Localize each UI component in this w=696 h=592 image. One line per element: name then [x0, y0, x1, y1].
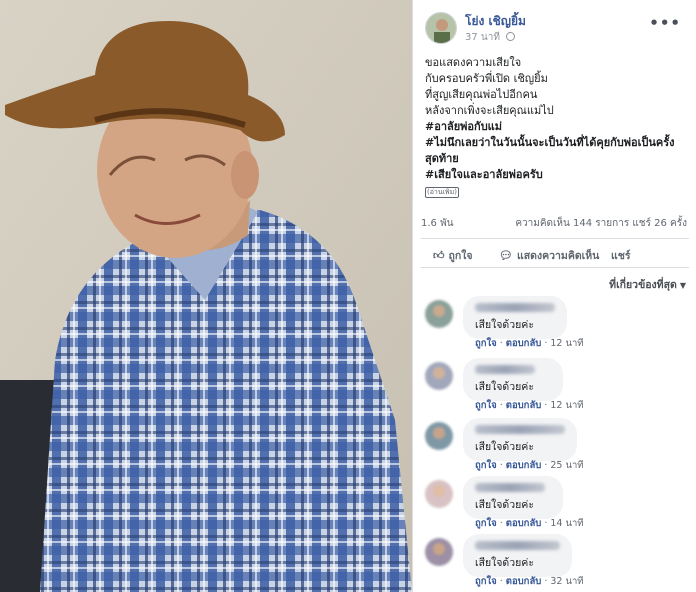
commenter-name-blurred[interactable]: [475, 541, 560, 550]
post-photo[interactable]: [0, 0, 412, 592]
comment-sort-dropdown[interactable]: ที่เกี่ยวข้องที่สุด ▼: [609, 276, 686, 293]
comment-share-count[interactable]: ความคิดเห็น 144 รายการ แชร์ 26 ครั้ง: [515, 216, 687, 231]
comment-time[interactable]: 14 นาที: [550, 518, 583, 529]
hashtag-link[interactable]: #เสียใจและอาลัยพ่อครับ: [425, 167, 687, 183]
post-line: หลังจากเพิ่งจะเสียคุณแม่ไป: [425, 104, 554, 117]
comment-button[interactable]: 💬︎ แสดงความคิดเห็น: [499, 247, 599, 264]
comment-text: เสียใจด้วยค่ะ: [475, 557, 534, 569]
like-button-label: ถูกใจ: [448, 250, 473, 262]
comment-bubble: เสียใจด้วยค่ะ: [463, 476, 563, 519]
post-line: กับครอบครัวพี่เปิด เชิญยิ้ม: [425, 72, 548, 85]
author-avatar[interactable]: [425, 12, 457, 44]
post-time-row: 37 นาที: [465, 30, 516, 45]
more-options-icon[interactable]: •••: [649, 14, 681, 32]
hashtag-link[interactable]: #ไม่นึกเลยว่าในวันนั้นจะเป็นวันที่ได้คุย…: [425, 135, 687, 167]
comment-reply-link[interactable]: ตอบกลับ: [506, 576, 542, 587]
comment-reply-link[interactable]: ตอบกลับ: [506, 400, 542, 411]
post-text: ขอแสดงความเสียใจ กับครอบครัวพี่เปิด เชิญ…: [425, 55, 687, 199]
avatar-image: [425, 300, 453, 328]
comment-like-link[interactable]: ถูกใจ: [475, 518, 497, 529]
share-button-label: แชร์: [611, 250, 631, 262]
commenter-avatar[interactable]: [425, 538, 453, 566]
elderly-man-photo: [0, 0, 412, 592]
commenter-name-blurred[interactable]: [475, 425, 565, 434]
comment-bubble: เสียใจด้วยค่ะ: [463, 296, 567, 339]
comment-button-label: แสดงความคิดเห็น: [516, 250, 600, 262]
comment-item: เสียใจด้วยค่ะ ถูกใจ · ตอบกลับ · 12 นาที: [425, 296, 687, 356]
thumbs-up-icon: 👍︎: [433, 249, 445, 262]
post-line: ขอแสดงความเสียใจ: [425, 56, 522, 69]
comment-reply-link[interactable]: ตอบกลับ: [506, 460, 542, 471]
commenter-avatar[interactable]: [425, 300, 453, 328]
comment-text: เสียใจด้วยค่ะ: [475, 499, 534, 511]
commenter-avatar[interactable]: [425, 480, 453, 508]
post-time[interactable]: 37 นาที: [465, 32, 500, 43]
post-header: โย่ง เชิญยิ้ม 37 นาที •••: [425, 10, 687, 50]
avatar-image: [425, 422, 453, 450]
comment-bubble: เสียใจด้วยค่ะ: [463, 418, 577, 461]
comment-meta: ถูกใจ · ตอบกลับ · 12 นาที: [475, 400, 584, 411]
comment-text: เสียใจด้วยค่ะ: [475, 441, 534, 453]
avatar-image: [425, 538, 453, 566]
comment-reply-link[interactable]: ตอบกลับ: [506, 338, 542, 349]
commenter-name-blurred[interactable]: [475, 365, 535, 374]
post-panel: โย่ง เชิญยิ้ม 37 นาที ••• ขอแสดงความเสีย…: [412, 0, 696, 592]
share-button[interactable]: แชร์: [611, 247, 631, 264]
like-button[interactable]: 👍︎ ถูกใจ: [433, 247, 473, 264]
chevron-down-icon: ▼: [679, 281, 686, 290]
comment-icon: 💬︎: [499, 249, 513, 262]
avatar-image: [425, 480, 453, 508]
comment-like-link[interactable]: ถูกใจ: [475, 338, 497, 349]
comment-meta: ถูกใจ · ตอบกลับ · 14 นาที: [475, 518, 584, 529]
comment-text: เสียใจด้วยค่ะ: [475, 319, 534, 331]
commenter-name-blurred[interactable]: [475, 303, 555, 312]
comment-item: เสียใจด้วยค่ะ ถูกใจ · ตอบกลับ · 12 นาที: [425, 358, 687, 418]
action-bar: 👍︎ ถูกใจ 💬︎ แสดงความคิดเห็น แชร์: [421, 238, 689, 268]
post-stats: 1.6 พัน ความคิดเห็น 144 รายการ แชร์ 26 ค…: [413, 210, 696, 234]
sort-label: ที่เกี่ยวข้องที่สุด: [609, 279, 677, 291]
comment-bubble: เสียใจด้วยค่ะ: [463, 534, 572, 577]
reaction-count[interactable]: 1.6 พัน: [421, 216, 454, 231]
comment-meta: ถูกใจ · ตอบกลับ · 32 นาที: [475, 576, 584, 587]
comment-bubble: เสียใจด้วยค่ะ: [463, 358, 563, 401]
comment-item: เสียใจด้วยค่ะ ถูกใจ · ตอบกลับ · 32 นาที: [425, 534, 687, 592]
comment-time[interactable]: 25 นาที: [550, 460, 583, 471]
commenter-avatar[interactable]: [425, 422, 453, 450]
comment-time[interactable]: 32 นาที: [550, 576, 583, 587]
comment-like-link[interactable]: ถูกใจ: [475, 576, 497, 587]
comment-item: เสียใจด้วยค่ะ ถูกใจ · ตอบกลับ · 25 นาที: [425, 418, 687, 478]
comment-time[interactable]: 12 นาที: [550, 338, 583, 349]
globe-icon: [506, 32, 516, 41]
comment-reply-link[interactable]: ตอบกลับ: [506, 518, 542, 529]
comment-item: เสียใจด้วยค่ะ ถูกใจ · ตอบกลับ · 14 นาที: [425, 476, 687, 536]
comment-meta: ถูกใจ · ตอบกลับ · 25 นาที: [475, 460, 584, 471]
avatar-image: [426, 13, 456, 43]
commenter-avatar[interactable]: [425, 362, 453, 390]
hashtag-link[interactable]: #อาลัยพ่อกับแม่: [425, 119, 687, 135]
post-line: ที่สูญเสียคุณพ่อไปอีกคน: [425, 88, 538, 101]
comment-time[interactable]: 12 นาที: [550, 400, 583, 411]
comment-like-link[interactable]: ถูกใจ: [475, 460, 497, 471]
comment-meta: ถูกใจ · ตอบกลับ · 12 นาที: [475, 338, 584, 349]
commenter-name-blurred[interactable]: [475, 483, 545, 492]
author-name[interactable]: โย่ง เชิญยิ้ม: [465, 12, 526, 31]
see-more-link[interactable]: (อ่านเพิ่ม): [425, 187, 460, 198]
avatar-image: [425, 362, 453, 390]
comment-like-link[interactable]: ถูกใจ: [475, 400, 497, 411]
comment-text: เสียใจด้วยค่ะ: [475, 381, 534, 393]
